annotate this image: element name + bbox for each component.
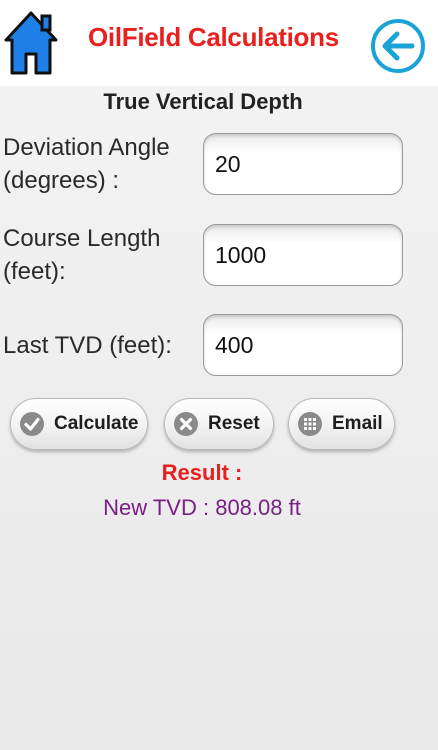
home-icon xyxy=(4,11,58,75)
calculate-button[interactable]: Calculate xyxy=(10,398,148,450)
result-value: New TVD : 808.08 ft xyxy=(103,495,301,520)
check-icon xyxy=(20,412,44,436)
last-tvd-label: Last TVD (feet): xyxy=(3,332,172,359)
course-length-input[interactable] xyxy=(203,224,403,286)
course-length-label-line1: Course Length xyxy=(3,225,161,252)
deviation-angle-label-line2: (degrees) : xyxy=(3,167,120,194)
email-button[interactable]: Email xyxy=(288,398,395,450)
email-button-label: Email xyxy=(332,413,383,434)
course-length-label: Course Length (feet): xyxy=(3,222,160,288)
header-bar: OilField Calculations xyxy=(0,0,438,86)
back-button[interactable] xyxy=(370,12,426,76)
cancel-icon xyxy=(174,412,198,436)
home-button[interactable] xyxy=(4,10,58,76)
result-heading: Result : xyxy=(161,460,243,485)
back-arrow-icon xyxy=(371,19,425,73)
deviation-angle-label-line1: Deviation Angle xyxy=(3,134,170,161)
deviation-angle-input[interactable] xyxy=(203,133,403,195)
grid-icon xyxy=(298,412,322,436)
app-title: OilField Calculations xyxy=(88,22,339,52)
course-length-label-line2: (feet): xyxy=(3,258,66,285)
reset-button-label: Reset xyxy=(208,413,260,434)
last-tvd-input[interactable] xyxy=(203,314,403,376)
page-title: True Vertical Depth xyxy=(103,89,303,114)
calculate-button-label: Calculate xyxy=(54,413,139,434)
deviation-angle-label: Deviation Angle (degrees) : xyxy=(3,131,170,197)
reset-button[interactable]: Reset xyxy=(164,398,274,450)
